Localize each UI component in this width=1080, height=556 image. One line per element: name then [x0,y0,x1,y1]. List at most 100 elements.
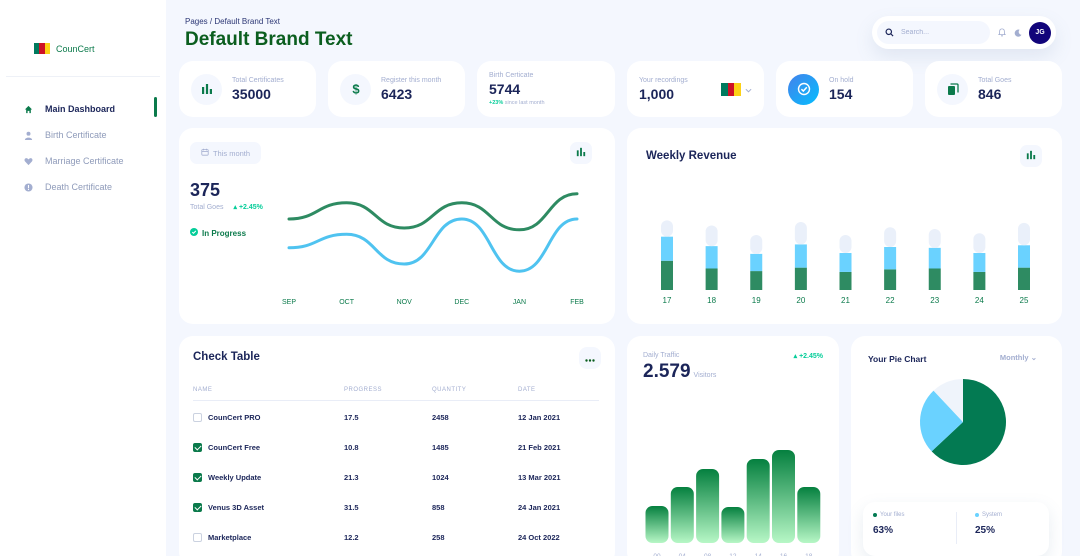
heart-icon [24,157,33,166]
brand-logo[interactable]: CounCert [34,43,95,54]
stat-label: Total Goes [978,76,1012,84]
sidebar-item-marriage-certificate[interactable]: Marriage Certificate [0,148,166,174]
bar-segment[interactable] [839,253,852,272]
bar-segment[interactable] [839,234,852,254]
quantity-cell: 258 [432,533,445,542]
bar-segment[interactable] [1018,245,1030,268]
bar-segment[interactable] [705,246,718,269]
search-input[interactable] [901,29,981,36]
quantity-cell: 1024 [432,473,449,482]
bar-segment[interactable] [750,253,763,272]
bar-segment[interactable] [928,247,941,269]
row-checkbox[interactable] [193,412,202,422]
x-tick-label: 17 [663,296,672,305]
sidebar-item-label: Birth Certificate [45,130,107,140]
breadcrumb[interactable]: Pages / Default Brand Text [185,17,280,26]
date-cell: 21 Feb 2021 [518,443,561,452]
svg-text:$: $ [352,82,360,96]
search-icon [885,24,894,42]
quantity-cell: 2458 [432,413,449,422]
row-checkbox[interactable] [193,442,202,452]
column-header-name[interactable]: NAME [193,387,212,393]
pie-legend: Your files 63% System 25% [863,502,1049,556]
bar-segment[interactable] [1018,267,1030,290]
stat-change: +23% since last month [489,100,545,106]
table-row[interactable]: Venus 3D Asset 31.5 858 24 Jan 2021 [193,502,599,533]
country-select[interactable] [721,80,752,98]
table-row[interactable]: Marketplace 12.2 258 24 Oct 2022 [193,532,599,556]
bar-segment[interactable] [973,233,986,254]
traffic-bar[interactable] [797,487,821,543]
progress-cell: 10.8 [344,443,359,452]
bar-segment[interactable] [794,267,807,290]
sidebar-nav: Main Dashboard Birth Certificate Marriag… [0,96,166,200]
traffic-bar[interactable] [670,487,694,543]
stat-card-total-goes: Total Goes 846 [925,61,1062,117]
check-circle-icon [788,73,819,105]
legend-dot [873,513,877,517]
active-indicator [154,97,157,117]
traffic-bar[interactable] [721,507,745,543]
bar-segment[interactable] [750,271,763,290]
moon-icon[interactable] [1014,29,1022,37]
bar-segment[interactable] [928,268,941,291]
sidebar-item-death-certificate[interactable]: Death Certificate [0,174,166,200]
legend-value: 63% [873,525,894,536]
bar-segment[interactable] [973,271,986,290]
bar-segment[interactable] [661,220,673,237]
bar-segment[interactable] [839,271,852,290]
x-tick-label: 22 [886,296,895,305]
check-table-card: Check Table NAME PROGRESS QUANTITY DATE … [179,336,615,556]
row-checkbox[interactable] [193,472,202,482]
column-header-date[interactable]: DATE [518,387,536,393]
table-row[interactable]: CounCert Free 10.8 1485 21 Feb 2021 [193,442,599,473]
legend-item: System 25% [975,512,1002,536]
bar-segment[interactable] [928,228,941,248]
person-icon [24,131,33,140]
row-checkbox[interactable] [193,502,202,512]
bar-segment[interactable] [973,253,986,272]
sidebar-item-birth-certificate[interactable]: Birth Certificate [0,122,166,148]
stat-label: On hold [829,76,854,84]
table-row[interactable]: Weekly Update 21.3 1024 13 Mar 2021 [193,472,599,503]
bar-segment[interactable] [661,260,673,290]
bar-segment[interactable] [705,268,718,291]
bar-segment[interactable] [661,236,673,261]
search-box[interactable] [877,21,990,44]
column-header-progress[interactable]: PROGRESS [344,387,382,393]
progress-cell: 21.3 [344,473,359,482]
legend-value: 25% [975,525,996,536]
page-title: Default Brand Text [185,29,353,50]
bar-segment[interactable] [794,222,807,245]
brand-name: CounCert [56,43,95,54]
bar-segment[interactable] [884,269,897,290]
x-tick-label: SEP [282,299,296,306]
more-options-button[interactable] [579,347,601,369]
flag-icon [721,82,742,96]
traffic-bar[interactable] [645,506,669,543]
traffic-bar[interactable] [696,469,720,543]
x-tick-label: JAN [513,299,526,306]
change-text: since last month [504,100,545,106]
progress-cell: 31.5 [344,503,359,512]
bar-segment[interactable] [884,247,897,270]
sidebar-item-main-dashboard[interactable]: Main Dashboard [0,96,166,122]
traffic-bar[interactable] [746,459,770,543]
column-header-quantity[interactable]: QUANTITY [432,387,466,393]
traffic-bar[interactable] [772,450,795,543]
stat-value: 154 [829,85,853,102]
bar-segment[interactable] [705,225,718,247]
bar-segment[interactable] [794,244,807,268]
stat-value: 1,000 [639,85,675,102]
bell-icon[interactable] [998,28,1006,37]
chevron-down-icon [745,80,752,98]
bar-segment[interactable] [1018,222,1030,246]
bar-segment[interactable] [884,227,897,247]
table-row[interactable]: CounCert PRO 17.5 2458 12 Jan 2021 [193,412,599,443]
date-cell: 12 Jan 2021 [518,413,561,422]
top-toolbar: JG [872,16,1056,49]
row-checkbox[interactable] [193,532,202,542]
bar-segment[interactable] [750,234,763,254]
file-copy-icon [937,73,968,105]
avatar[interactable]: JG [1029,21,1051,44]
